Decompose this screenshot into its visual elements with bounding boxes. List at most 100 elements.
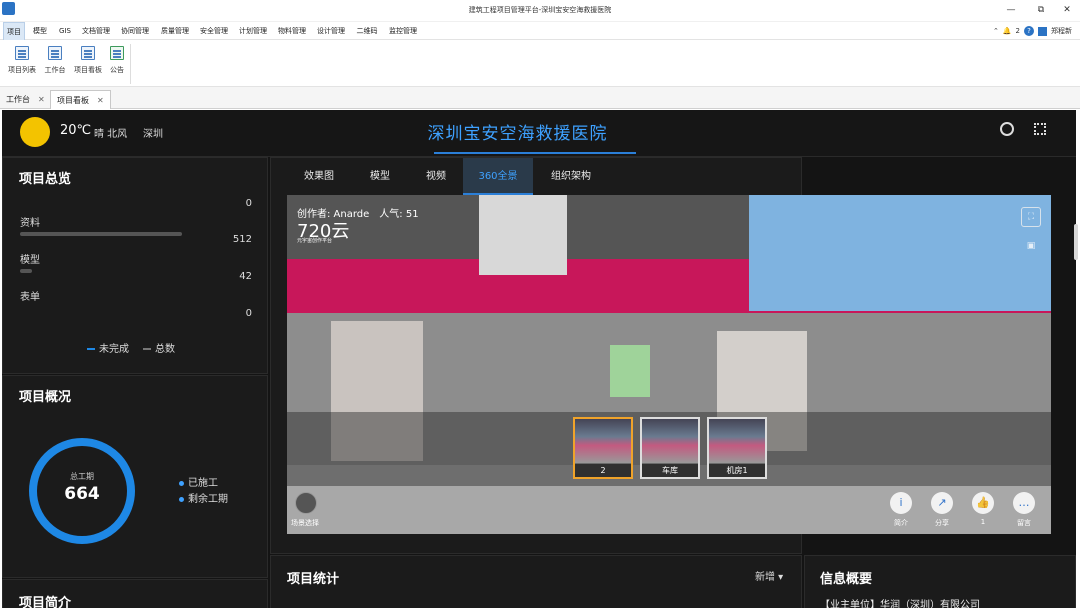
stat-name: 资料 [20, 218, 40, 229]
title-bar: 建筑工程项目管理平台-深圳宝安空海救援医院 — ⧉ ✕ [0, 0, 1080, 22]
menu-item-quality[interactable]: 质量管理 [159, 22, 191, 40]
scene-thumb[interactable]: 机房1 [707, 417, 767, 479]
close-button[interactable]: ✕ [1056, 3, 1078, 17]
monitor-icon [48, 46, 62, 60]
scene-thumb[interactable]: 2 [573, 417, 633, 479]
like-icon[interactable]: 👍 [972, 492, 994, 514]
overview-legend: 未完成 总数 [87, 340, 175, 355]
user-status: ⌃ 🔔 2 ? 郑程新 [993, 25, 1072, 37]
menu-item-monitor[interactable]: 监控管理 [387, 22, 419, 40]
scene-select-label[interactable]: 场景选择 [291, 518, 319, 528]
progress-bar [20, 269, 32, 273]
tab-model[interactable]: 模型 [355, 158, 405, 195]
project-stats-panel: 项目统计 新增 ▾ [270, 555, 802, 608]
ribbon-separator [130, 44, 131, 84]
panel-title: 信息概要 [820, 572, 873, 587]
pano-white-duct [479, 195, 567, 275]
scene-thumb-image [709, 419, 765, 463]
menu-item-collab[interactable]: 协同管理 [119, 22, 151, 40]
brand-subtitle: 元宇宙创作平台 [297, 238, 333, 244]
scene-thumb-image [575, 419, 631, 463]
tab-video[interactable]: 视频 [411, 158, 461, 195]
info-icon[interactable]: i [890, 492, 912, 514]
collapse-icon[interactable]: ⌃ [993, 27, 999, 35]
tab-rendering[interactable]: 效果图 [289, 158, 349, 195]
menu-item-project[interactable]: 项目 [3, 22, 25, 40]
new-dropdown[interactable]: 新增 ▾ [755, 568, 783, 583]
project-general-panel: 项目概况 总工期 664 已施工 剩余工期 [2, 375, 268, 578]
username[interactable]: 郑程新 [1051, 26, 1072, 36]
menu-item-docs[interactable]: 文档管理 [80, 22, 112, 40]
stat-name: 模型 [20, 255, 40, 266]
announcement-icon [110, 46, 124, 60]
legend-swatch [87, 348, 95, 350]
avatar[interactable] [1038, 26, 1047, 36]
settings-icon[interactable] [1000, 122, 1014, 136]
viewer-panel: 效果图 模型 视频 360全景 组织架构 创作者: Anarde 人气: 51 … [270, 157, 1051, 554]
tab-label: 工作台 [6, 95, 30, 104]
tab-label: 项目看板 [57, 95, 89, 105]
scene-thumb-label: 机房1 [709, 464, 765, 477]
vr-glasses-icon[interactable]: ▣ [1021, 237, 1041, 257]
menu-item-plan[interactable]: 计划管理 [237, 22, 269, 40]
project-list-button[interactable]: 项目列表 [5, 46, 39, 84]
menu-item-model[interactable]: 模型 [30, 22, 50, 40]
menu-item-material[interactable]: 物料管理 [276, 22, 308, 40]
stat-value: 0 [245, 308, 252, 319]
scene-thumb[interactable]: 车库 [640, 417, 700, 479]
action-label: 分享 [935, 519, 949, 527]
scene-thumb-label: 车库 [642, 464, 698, 477]
panel-title: 项目简介 [19, 596, 72, 608]
close-icon[interactable]: ✕ [97, 92, 104, 109]
legend-label: 未完成 [99, 344, 129, 355]
scene-thumb-image [642, 419, 698, 463]
dashboard-icon [81, 46, 95, 60]
help-icon[interactable]: ? [1024, 26, 1034, 36]
legend-label: 总数 [155, 344, 175, 355]
minimize-button[interactable]: — [1000, 3, 1022, 17]
info-summary-panel: 信息概要 【业主单位】华润（深圳）有限公司 [804, 555, 1076, 608]
tab-workbench[interactable]: 工作台 ✕ [0, 90, 51, 109]
ring-value: 664 [64, 484, 100, 504]
tab-project-board[interactable]: 项目看板 ✕ [50, 90, 111, 109]
tab-org-structure[interactable]: 组织架构 [539, 158, 603, 195]
project-intro-panel: 项目简介 [2, 579, 268, 608]
comment-icon[interactable]: … [1013, 492, 1035, 514]
grid-icon[interactable] [295, 492, 317, 514]
scrollbar[interactable] [1074, 224, 1078, 260]
stat-value: 512 [232, 234, 252, 245]
ribbon: 项目列表 工作台 项目看板 公告 [0, 40, 1080, 87]
list-icon [15, 46, 29, 60]
menu-item-gis[interactable]: GIS [55, 22, 75, 40]
legend-dot [179, 480, 184, 486]
ribbon-label: 工作台 [44, 66, 66, 74]
menu-item-qrcode[interactable]: 二维码 [354, 22, 380, 40]
fullscreen-icon[interactable] [1034, 123, 1046, 135]
stat-name: 表单 [20, 292, 40, 303]
vr-fullscreen-icon[interactable]: ⛶ [1021, 207, 1041, 227]
project-overview-panel: 项目总览 0 资料 512 模型 42 表单 0 未完成 总数 [2, 157, 268, 374]
scene-thumb-label: 2 [575, 464, 631, 477]
bell-icon[interactable]: 🔔 [1003, 27, 1012, 35]
menu-item-safety[interactable]: 安全管理 [198, 22, 230, 40]
panorama-viewer[interactable]: 创作者: Anarde 人气: 51 720云 元宇宙创作平台 ⛶ ▣ 2 车库… [287, 195, 1051, 534]
panel-title: 项目统计 [287, 572, 340, 587]
pano-blue-duct [749, 195, 1051, 311]
workbench-button[interactable]: 工作台 [38, 46, 72, 84]
menu-item-design[interactable]: 设计管理 [315, 22, 347, 40]
legend-label: 已施工 [188, 478, 218, 489]
ring-label: 总工期 [70, 472, 94, 481]
close-icon[interactable]: ✕ [38, 91, 45, 108]
action-label: 1 [980, 518, 986, 526]
stat-row-docs: 资料 512 [20, 214, 260, 245]
tab-360-panorama[interactable]: 360全景 [463, 158, 533, 195]
sun-icon [20, 117, 50, 147]
restore-button[interactable]: ⧉ [1030, 3, 1052, 17]
pano-green-block [610, 345, 650, 397]
announcement-button[interactable]: 公告 [100, 46, 134, 84]
share-icon[interactable]: ↗ [931, 492, 953, 514]
ribbon-label: 公告 [110, 66, 124, 74]
ribbon-label: 项目列表 [8, 66, 36, 74]
legend-dot [179, 496, 184, 502]
owner-unit: 【业主单位】华润（深圳）有限公司 [820, 600, 980, 608]
